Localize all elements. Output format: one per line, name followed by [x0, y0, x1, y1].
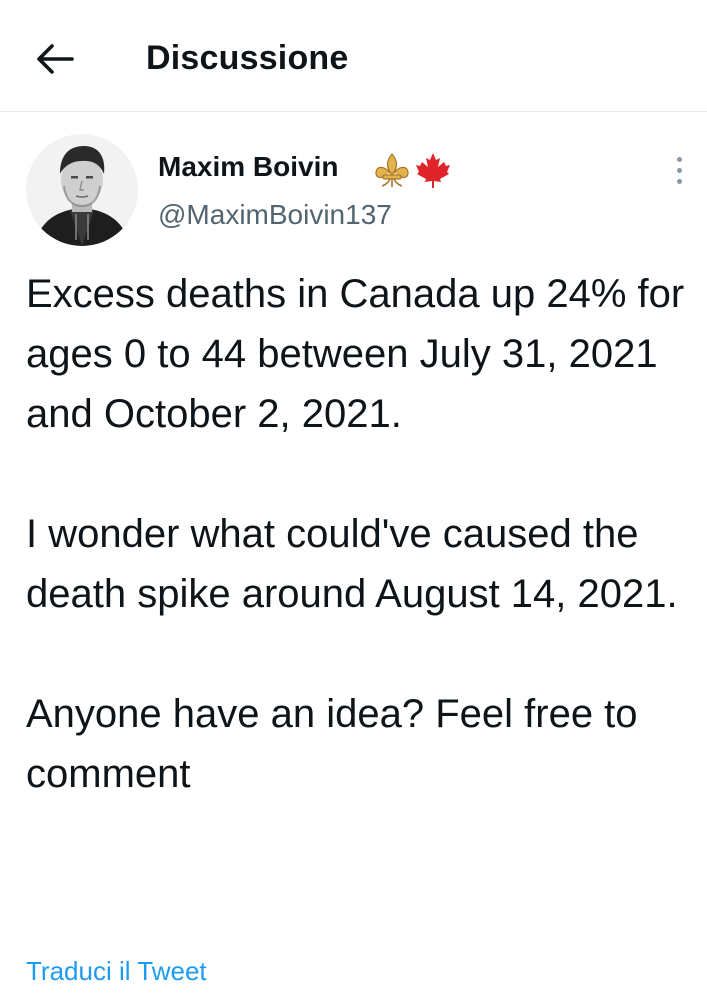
tweet-paragraph: Excess deaths in Canada up 24% for ages …	[26, 272, 685, 436]
more-dot-icon	[676, 178, 682, 184]
more-dot-icon	[676, 167, 682, 173]
avatar[interactable]	[26, 134, 138, 246]
author-emoji	[372, 150, 452, 190]
maple-leaf-icon	[416, 153, 450, 188]
tweet-text: Excess deaths in Canada up 24% for ages …	[26, 264, 696, 804]
tweet-paragraph: Anyone have an idea? Feel free to commen…	[26, 692, 638, 796]
top-bar: Discussione	[0, 0, 707, 112]
author-handle[interactable]: @MaximBoivin137	[158, 198, 392, 232]
tweet-paragraph: I wonder what could've caused the death …	[26, 512, 678, 616]
fleur-de-lis-icon	[375, 153, 409, 187]
more-options-button[interactable]	[664, 150, 694, 190]
author-name[interactable]: Maxim Boivin	[158, 150, 338, 184]
avatar-image	[26, 134, 138, 246]
back-button[interactable]	[30, 36, 80, 82]
arrow-left-icon	[37, 44, 74, 74]
page-title: Discussione	[146, 39, 349, 77]
translate-tweet-link[interactable]: Traduci il Tweet	[26, 955, 207, 987]
more-dot-icon	[676, 156, 682, 162]
